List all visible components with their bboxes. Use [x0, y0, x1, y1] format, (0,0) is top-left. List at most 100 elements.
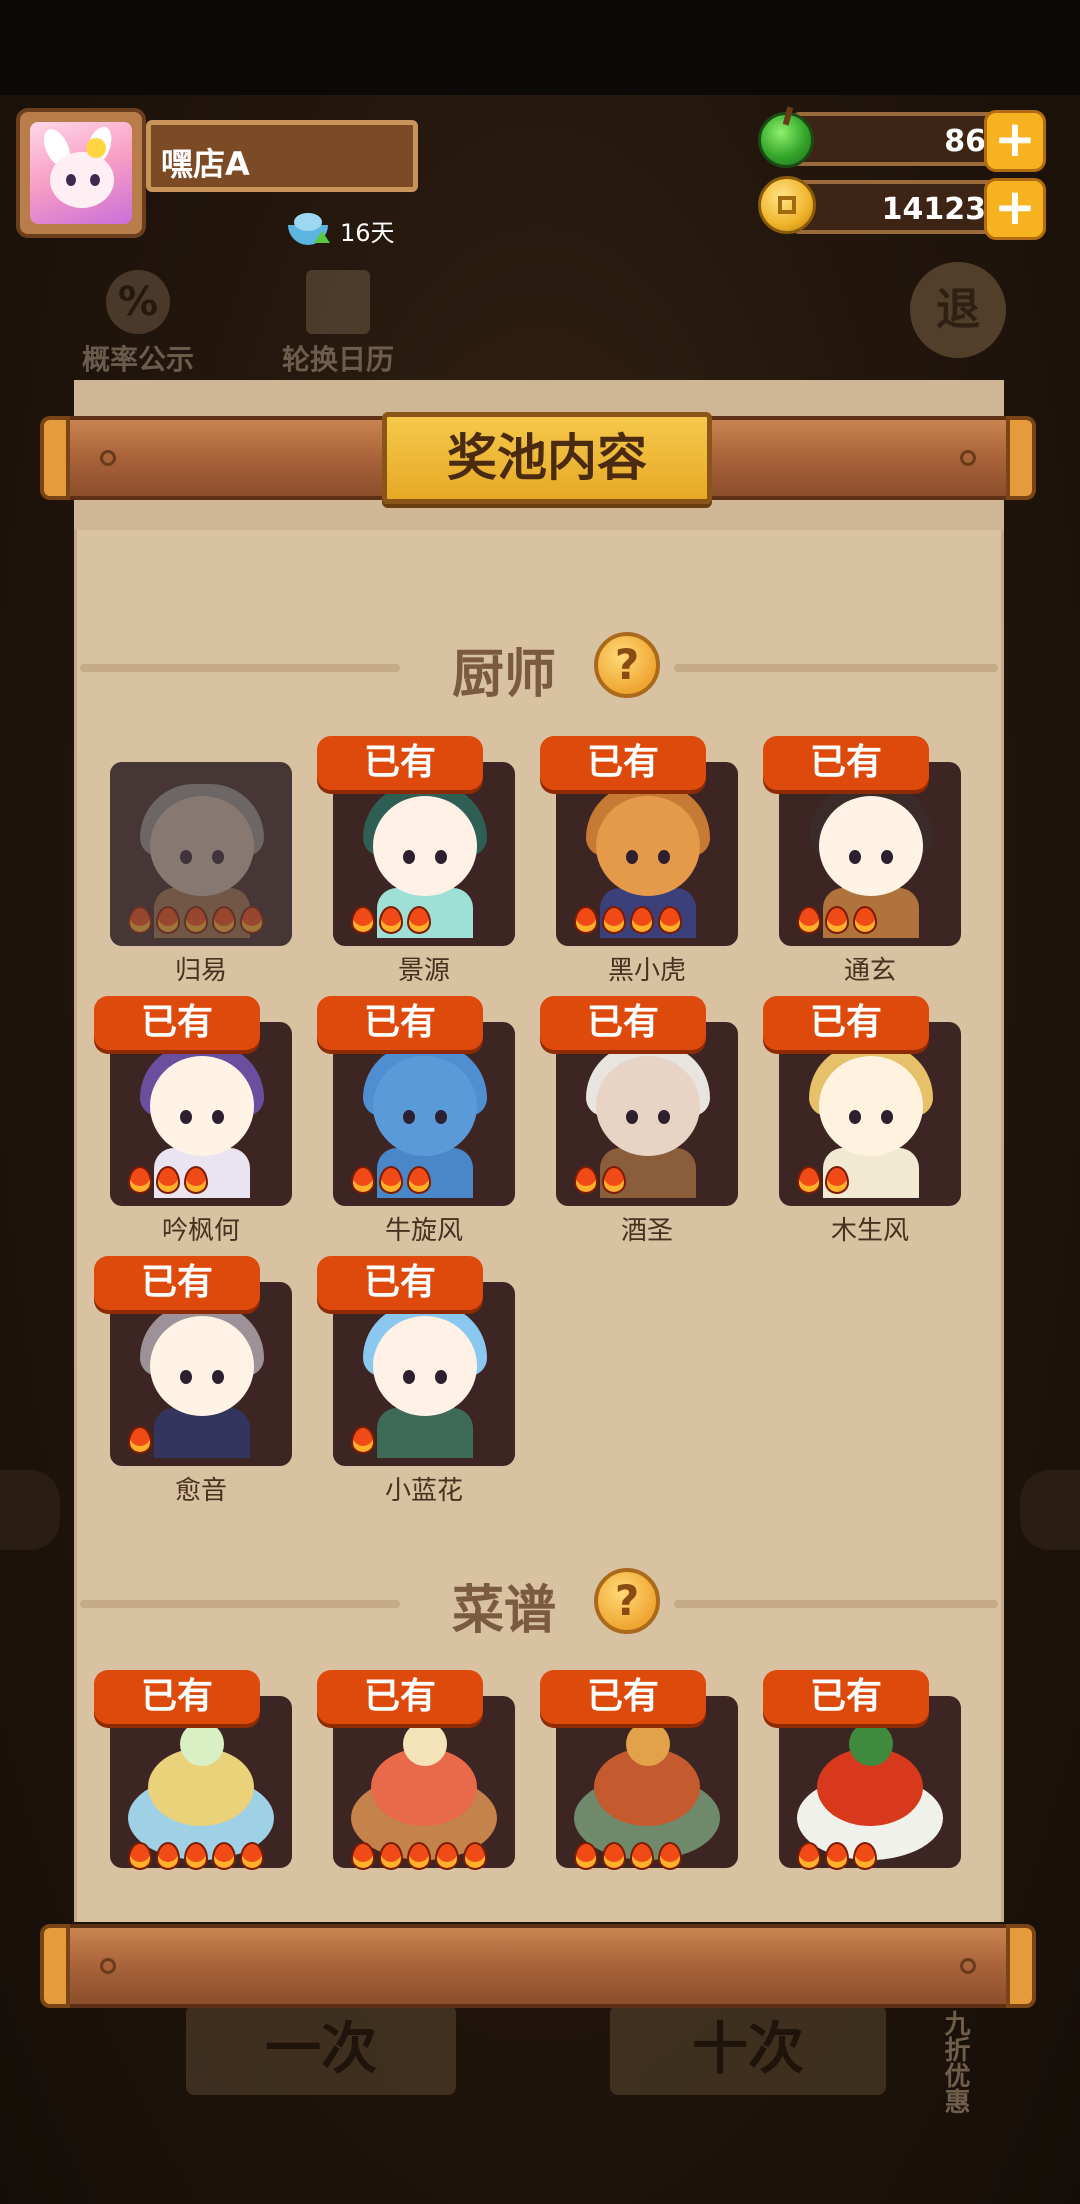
- dish-garnish: [180, 1722, 224, 1766]
- chef-card[interactable]: 已有 吟枫何: [94, 996, 292, 1246]
- flame-icon: [212, 1842, 236, 1870]
- flame-icon: [797, 1166, 821, 1194]
- star-rating: [351, 1426, 375, 1454]
- chef-name: 黑小虎: [607, 956, 686, 986]
- chef-card[interactable]: 已有木生风: [763, 996, 961, 1246]
- chef-eye: [435, 1370, 447, 1384]
- flame-icon: [463, 1842, 487, 1870]
- recipes-help-icon[interactable]: ?: [594, 1568, 660, 1634]
- chef-card[interactable]: 已有 景源: [317, 736, 515, 986]
- gem-value: 86: [944, 124, 986, 159]
- flame-icon: [128, 1842, 152, 1870]
- draw-ten-button: 十次: [610, 2005, 886, 2095]
- flame-icon: [825, 906, 849, 934]
- chef-name: 牛旋风: [384, 1216, 463, 1246]
- flame-icon: [797, 1842, 821, 1870]
- recipe-card[interactable]: 已有: [540, 1670, 738, 1870]
- draw-one-button: 一次: [186, 2005, 456, 2095]
- chef-face: [819, 1056, 923, 1156]
- star-rating: [128, 1166, 208, 1194]
- star-rating: [351, 906, 431, 934]
- star-rating: [351, 1842, 487, 1870]
- chef-eye: [180, 1370, 192, 1384]
- flame-icon: [184, 1842, 208, 1870]
- star-rating: [797, 906, 877, 934]
- owned-badge: 已有: [763, 1670, 929, 1724]
- recipes-section-header: 菜谱 ?: [74, 1562, 1004, 1642]
- flame-icon: [128, 1426, 152, 1454]
- owned-badge: 已有: [763, 736, 929, 790]
- add-gems-button[interactable]: +: [984, 110, 1046, 172]
- chef-eye: [403, 1370, 415, 1384]
- chef-card[interactable]: 已有通玄: [763, 736, 961, 986]
- probability-button: % 概率公示: [68, 270, 208, 378]
- chef-eye: [626, 850, 638, 864]
- chef-eye: [180, 1110, 192, 1124]
- owned-badge: 已有: [540, 1670, 706, 1724]
- star-rating: [574, 1166, 626, 1194]
- chef-name: 景源: [397, 956, 450, 986]
- coin-value: 14123: [881, 192, 986, 227]
- recipe-card[interactable]: 已有: [763, 1670, 961, 1870]
- star-rating: [128, 1842, 264, 1870]
- chef-card[interactable]: 归易: [110, 762, 292, 986]
- chef-eye: [658, 850, 670, 864]
- chef-card[interactable]: 已有 愈音: [94, 1256, 292, 1506]
- chef-eye: [849, 1110, 861, 1124]
- star-rating: [797, 1166, 849, 1194]
- chef-card[interactable]: 已有牛旋风: [317, 996, 515, 1246]
- owned-badge: 已有: [94, 1256, 260, 1310]
- flame-icon: [825, 1842, 849, 1870]
- flame-icon: [407, 1842, 431, 1870]
- chef-card[interactable]: 已有小蓝花: [317, 1256, 515, 1506]
- modal-title-plaque: 奖池内容: [382, 412, 712, 504]
- chef-eye: [403, 1110, 415, 1124]
- chef-card[interactable]: 已有 酒圣: [540, 996, 738, 1246]
- avatar: [30, 122, 132, 224]
- flame-icon: [574, 1842, 598, 1870]
- add-coins-button[interactable]: +: [984, 178, 1046, 240]
- chefs-section-header: 厨师 ?: [74, 626, 1004, 706]
- flame-icon: [351, 1166, 375, 1194]
- flame-icon: [128, 1166, 152, 1194]
- owned-badge: 已有: [317, 996, 483, 1050]
- owned-badge: 已有: [763, 996, 929, 1050]
- flame-icon: [156, 1166, 180, 1194]
- chef-name: 归易: [174, 956, 227, 986]
- coin-icon: [758, 176, 816, 234]
- chef-face: [373, 1056, 477, 1156]
- discount-label: 九折优惠: [940, 2010, 970, 2114]
- flame-icon: [379, 1166, 403, 1194]
- chef-name: 小蓝花: [384, 1476, 463, 1506]
- flame-icon: [658, 906, 682, 934]
- flame-icon: [240, 1842, 264, 1870]
- chef-name: 通玄: [843, 956, 896, 986]
- recipe-card[interactable]: 已有: [317, 1670, 515, 1870]
- chef-eye: [849, 850, 861, 864]
- star-rating: [574, 906, 682, 934]
- bg-left-tab: [0, 1470, 60, 1550]
- flame-icon: [658, 1842, 682, 1870]
- flame-icon: [853, 906, 877, 934]
- chef-face: [373, 1316, 477, 1416]
- chef-card[interactable]: 已有黑小虎: [540, 736, 738, 986]
- chefs-help-icon[interactable]: ?: [594, 632, 660, 698]
- shop-name: 嘿店A: [161, 145, 250, 183]
- flame-icon: [574, 1166, 598, 1194]
- dish-garnish: [403, 1722, 447, 1766]
- shop-name-box[interactable]: 嘿店A: [146, 120, 418, 192]
- chef-name: 木生风: [830, 1216, 909, 1246]
- chef-face: [596, 796, 700, 896]
- chef-eye: [212, 1370, 224, 1384]
- flame-icon: [435, 1842, 459, 1870]
- owned-badge: 已有: [540, 996, 706, 1050]
- player-avatar-button[interactable]: [16, 108, 146, 238]
- flame-icon: [602, 1842, 626, 1870]
- recipe-card[interactable]: 已有: [94, 1670, 292, 1870]
- chef-eye: [658, 1110, 670, 1124]
- owned-badge: 已有: [317, 1256, 483, 1310]
- chef-eye: [881, 1110, 893, 1124]
- owned-badge: 已有: [540, 736, 706, 790]
- owned-badge: 已有: [94, 996, 260, 1050]
- flame-icon: [351, 1842, 375, 1870]
